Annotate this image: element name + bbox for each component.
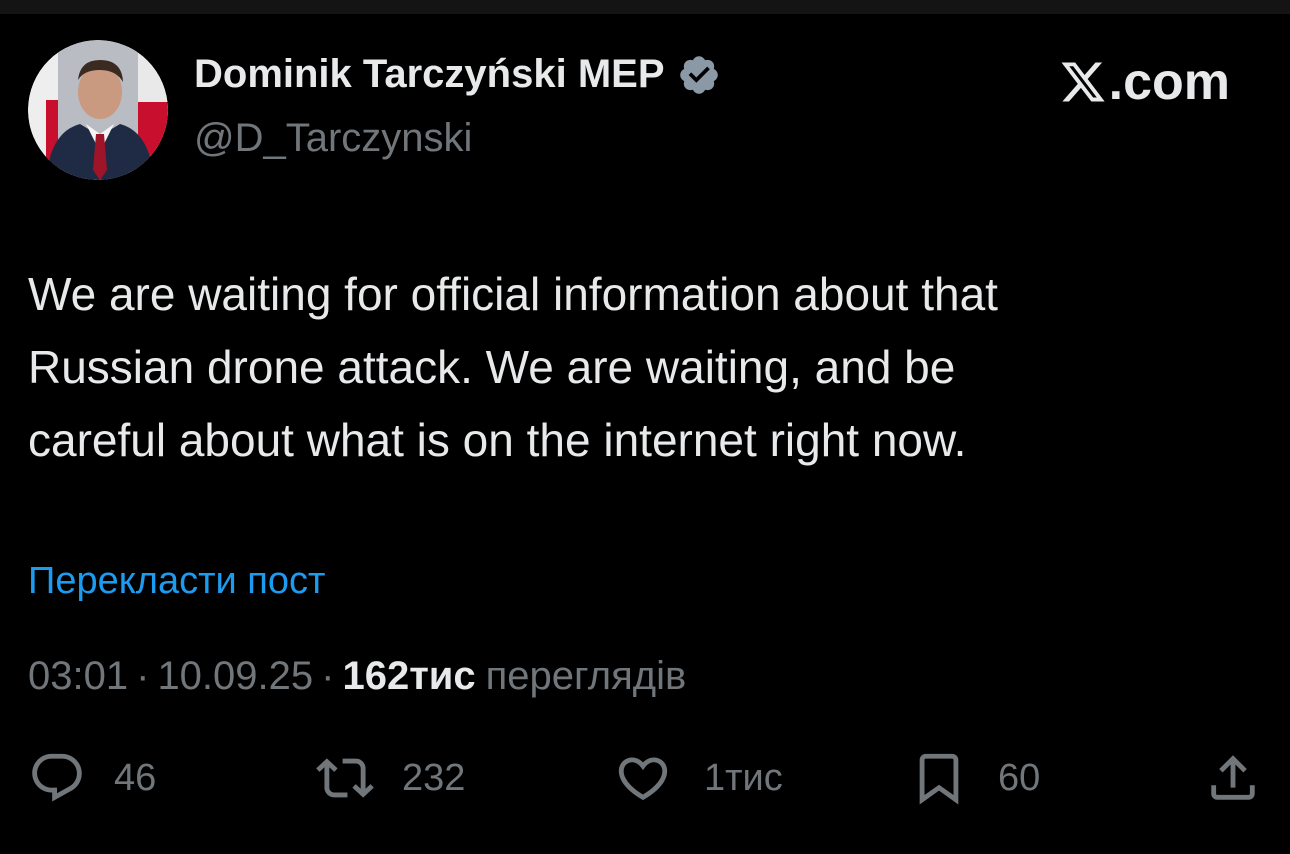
meta-separator: · xyxy=(321,654,335,698)
meta-separator: · xyxy=(136,654,150,698)
reply-count: 46 xyxy=(114,756,157,799)
like-count: 1тис xyxy=(704,756,783,799)
tweet-time[interactable]: 03:01 xyxy=(28,654,128,699)
top-strip xyxy=(0,0,1290,14)
heart-icon xyxy=(614,749,672,807)
site-brand-text: .com xyxy=(1108,53,1230,111)
views-label[interactable]: переглядів xyxy=(486,654,687,699)
tweet-date[interactable]: 10.09.25 xyxy=(157,654,313,699)
reply-button[interactable]: 46 xyxy=(28,749,156,807)
verified-badge-icon xyxy=(677,53,721,97)
bookmark-button[interactable]: 60 xyxy=(910,749,1040,807)
like-button[interactable]: 1тис xyxy=(614,749,783,807)
avatar[interactable] xyxy=(28,40,168,180)
share-button[interactable] xyxy=(1204,749,1262,807)
views-count[interactable]: 162тис xyxy=(342,654,475,699)
repost-icon xyxy=(316,749,374,807)
bookmark-icon xyxy=(910,749,968,807)
x-logo-icon xyxy=(1059,58,1107,106)
repost-button[interactable]: 232 xyxy=(316,749,465,807)
author-name[interactable]: Dominik Tarczyński MEP xyxy=(194,52,665,97)
repost-count: 232 xyxy=(402,756,466,799)
share-icon xyxy=(1204,749,1262,807)
reply-icon xyxy=(28,749,86,807)
tweet-card: Dominik Tarczyński MEP @D_Tarczynski .co… xyxy=(0,14,1290,854)
tweet-meta: 03:01 · 10.09.25 · 162тис переглядів xyxy=(28,654,686,699)
tweet-text: We are waiting for official information … xyxy=(28,268,998,466)
site-brand: .com xyxy=(1059,52,1230,112)
avatar-image xyxy=(28,40,168,180)
translate-post-link[interactable]: Перекласти пост xyxy=(28,560,325,603)
author-name-row: Dominik Tarczyński MEP xyxy=(194,52,721,97)
author-handle[interactable]: @D_Tarczynski xyxy=(194,116,472,161)
bookmark-count: 60 xyxy=(998,756,1041,799)
